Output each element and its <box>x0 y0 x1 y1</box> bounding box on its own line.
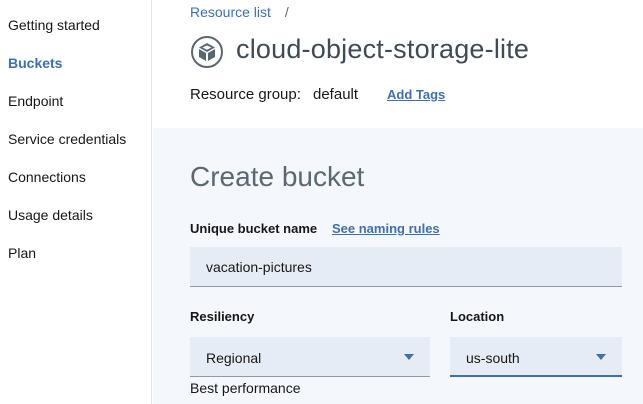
resiliency-helper-text: Best performance <box>190 380 301 396</box>
resource-header: Resource list / cloud-object-storage-lite… <box>153 0 643 128</box>
service-instance-title: cloud-object-storage-lite <box>236 34 530 64</box>
add-tags-link[interactable]: Add Tags <box>387 87 445 102</box>
sidebar-item-buckets[interactable]: Buckets <box>8 55 62 71</box>
sidebar-item-usage-details[interactable]: Usage details <box>8 207 93 223</box>
bucket-name-label: Unique bucket name <box>190 221 318 236</box>
breadcrumb-resource-list[interactable]: Resource list <box>190 4 271 20</box>
resiliency-selected-value: Regional <box>206 350 262 366</box>
cube-storage-icon <box>191 36 223 68</box>
chevron-down-icon <box>404 354 414 360</box>
sidebar-item-endpoint[interactable]: Endpoint <box>8 93 63 109</box>
chevron-down-icon <box>596 354 606 360</box>
sidebar-item-service-credentials[interactable]: Service credentials <box>8 131 126 147</box>
sidebar-item-plan[interactable]: Plan <box>8 245 36 261</box>
sidebar-item-connections[interactable]: Connections <box>8 169 86 185</box>
naming-rules-link[interactable]: See naming rules <box>332 221 440 236</box>
page-title: Create bucket <box>190 161 365 192</box>
location-selected-value: us-south <box>466 350 520 366</box>
resource-group-value: default <box>313 86 359 103</box>
resiliency-select[interactable]: Regional <box>190 337 430 377</box>
breadcrumb-separator: / <box>284 4 289 20</box>
create-bucket-panel: Create bucket Unique bucket name See nam… <box>153 128 643 404</box>
location-select[interactable]: us-south <box>450 337 622 377</box>
sidebar: Getting started Buckets Endpoint Service… <box>0 0 152 404</box>
resiliency-label: Resiliency <box>190 309 255 324</box>
bucket-name-input[interactable] <box>190 247 622 287</box>
location-label: Location <box>450 309 505 324</box>
sidebar-item-getting-started[interactable]: Getting started <box>8 17 100 33</box>
resource-group-label: Resource group: <box>190 86 301 103</box>
breadcrumb: Resource list / <box>190 4 289 20</box>
